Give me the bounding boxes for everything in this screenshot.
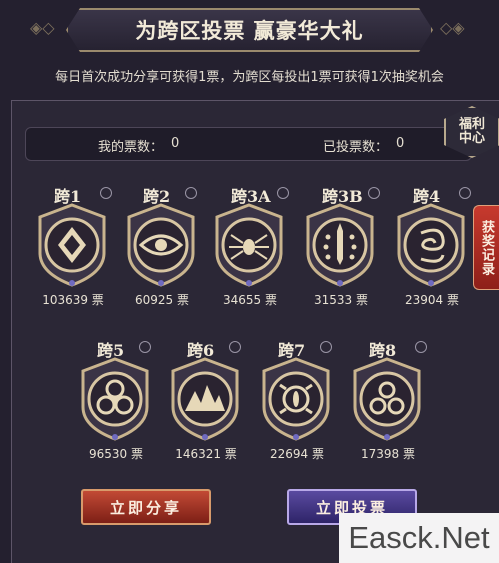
- demon-eye-icon[interactable]: [258, 357, 334, 441]
- vote-count: 23904 票: [405, 293, 459, 307]
- eye-icon[interactable]: [123, 203, 199, 287]
- vote-count: 96530 票: [89, 447, 143, 461]
- my-votes-value: 0: [171, 136, 180, 151]
- select-radio[interactable]: [415, 341, 427, 353]
- spiral-rune-icon[interactable]: [393, 203, 469, 287]
- vote-count: 17398 票: [361, 447, 415, 461]
- vote-count: 146321 票: [175, 447, 237, 461]
- event-description: 每日首次成功分享可获得1票，为跨区每投出1票可获得1次抽奖机会: [55, 70, 444, 85]
- welfare-line2: 中心: [458, 131, 485, 146]
- vote-count: 31533 票: [314, 293, 368, 307]
- vote-count: 34655 票: [223, 293, 277, 307]
- select-radio[interactable]: [459, 187, 471, 199]
- right-ornament-icon: ◇◈: [440, 18, 465, 37]
- spider-icon[interactable]: [211, 203, 287, 287]
- select-radio[interactable]: [185, 187, 197, 199]
- left-ornament-icon: ◈◇: [30, 18, 55, 37]
- select-radio[interactable]: [139, 341, 151, 353]
- select-radio[interactable]: [100, 187, 112, 199]
- cast-votes-value: 0: [396, 136, 405, 151]
- my-votes-label: 我的票数：: [98, 140, 164, 155]
- award-record-tab[interactable]: 获奖记录: [473, 205, 499, 290]
- cast-votes-label: 已投票数：: [323, 140, 389, 155]
- page-title: 为跨区投票 赢豪华大礼: [135, 19, 364, 43]
- biohazard-icon[interactable]: [77, 357, 153, 441]
- sword-icon[interactable]: [302, 203, 378, 287]
- mountain-icon[interactable]: [167, 357, 243, 441]
- vote-count: 60925 票: [135, 293, 189, 307]
- vote-count: 103639 票: [42, 293, 104, 307]
- select-radio[interactable]: [229, 341, 241, 353]
- vote-count: 22694 票: [270, 447, 324, 461]
- watermark: Easck.Net: [339, 513, 499, 563]
- welfare-line1: 福利: [458, 117, 485, 132]
- diamond-rune-icon[interactable]: [34, 203, 110, 287]
- select-radio[interactable]: [320, 341, 332, 353]
- select-radio[interactable]: [277, 187, 289, 199]
- triple-circle-icon[interactable]: [349, 357, 425, 441]
- vote-counter-bar: 我的票数： 0 已投票数： 0: [25, 127, 472, 161]
- title-banner: 为跨区投票 赢豪华大礼: [66, 8, 433, 52]
- share-button[interactable]: 立即分享: [81, 489, 211, 525]
- select-radio[interactable]: [368, 187, 380, 199]
